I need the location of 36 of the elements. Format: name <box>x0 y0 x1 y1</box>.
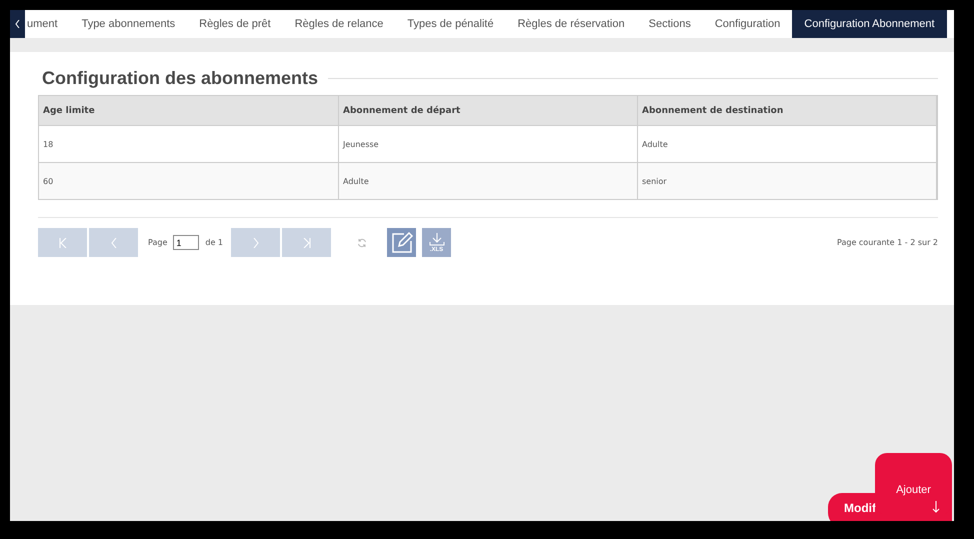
page-label: Page <box>148 238 168 247</box>
tab[interactable]: Configuration Abonnement <box>792 10 947 38</box>
column-header: Abonnement de destination <box>638 96 937 125</box>
edit-button[interactable] <box>387 228 416 257</box>
tab[interactable]: Type abonnements <box>70 10 188 38</box>
last-page-icon <box>302 238 311 248</box>
first-page-icon <box>58 238 66 248</box>
tab[interactable]: Types de pénalité <box>395 10 506 38</box>
arrow-down-icon <box>932 501 940 513</box>
column-header: Abonnement de départ <box>339 96 638 125</box>
scroll-left-button[interactable] <box>10 10 25 38</box>
tab[interactable]: Règles de prêt <box>187 10 283 38</box>
tab[interactable]: ument <box>25 10 70 38</box>
table-cell: senior <box>638 162 937 199</box>
table-cell: 60 <box>39 162 339 199</box>
tab[interactable]: Règles de relance <box>282 10 396 38</box>
page-input[interactable]: 1 <box>173 235 200 250</box>
table-cell: Adulte <box>339 162 638 199</box>
add-button[interactable]: Ajouter <box>875 453 952 515</box>
page-status: Page courante 1 - 2 sur 2 <box>837 238 938 247</box>
chevron-right-icon <box>252 238 259 248</box>
refresh-icon <box>357 238 368 248</box>
chevron-left-icon <box>15 20 20 28</box>
refresh-button[interactable] <box>357 238 368 248</box>
tab[interactable]: Règles de réservation <box>506 10 637 38</box>
chevron-left-icon <box>110 238 116 248</box>
page-total: de 1 <box>205 238 224 247</box>
table-cell: 18 <box>39 125 339 162</box>
tab[interactable]: Configuration <box>702 10 792 38</box>
tab[interactable]: Sections <box>636 10 703 38</box>
table-cell: Jeunesse <box>339 125 638 162</box>
download-icon <box>428 232 445 246</box>
edit-icon <box>390 230 414 254</box>
column-header: Age limite <box>39 96 339 125</box>
section-title: Configuration des abonnements <box>42 68 318 89</box>
table-cell: Adulte <box>638 125 937 162</box>
